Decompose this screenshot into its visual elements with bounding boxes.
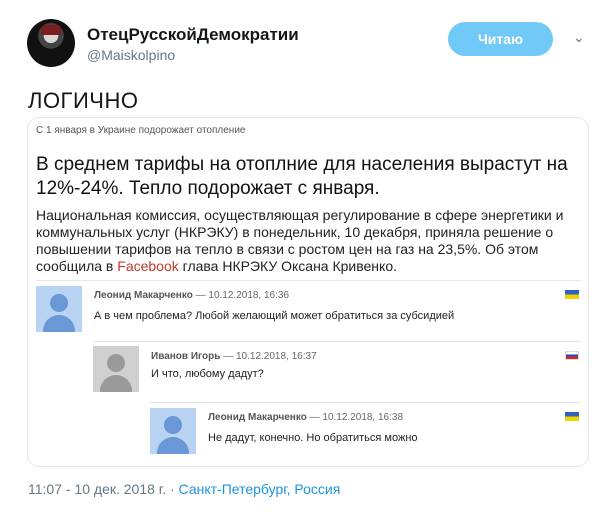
tweet-location[interactable]: Санкт-Петербург, Россия xyxy=(179,481,341,497)
comment-item: Леонид Макарченко — 10.12.2018, 16:36 А … xyxy=(36,286,581,336)
comment-divider xyxy=(93,341,581,342)
tweet-text: ЛОГИЧНО xyxy=(28,88,139,113)
card-body: Национальная комиссия, осуществляющая ре… xyxy=(36,207,581,275)
comment-author: Леонид Макарченко xyxy=(208,412,307,423)
user-avatar-icon xyxy=(36,286,82,332)
follow-button[interactable]: Читаю xyxy=(448,22,553,56)
card-kicker: С 1 января в Украине подорожает отоплени… xyxy=(36,125,246,136)
comment-meta: Леонид Макарченко — 10.12.2018, 16:36 xyxy=(94,290,289,301)
comment-date: — 10.12.2018, 16:37 xyxy=(223,351,317,362)
comment-text: Не дадут, конечно. Но обратиться можно xyxy=(208,432,418,444)
author-handle[interactable]: @Maiskolpino xyxy=(87,47,175,63)
comment-divider xyxy=(36,280,581,281)
chevron-down-icon[interactable]: ⌄ xyxy=(573,29,585,46)
user-avatar-icon xyxy=(150,408,196,454)
screenshot-card[interactable]: С 1 января в Украине подорожает отоплени… xyxy=(27,117,589,467)
comment-meta: Иванов Игорь — 10.12.2018, 16:37 xyxy=(151,351,317,362)
author-avatar[interactable] xyxy=(27,19,75,67)
ukraine-flag-icon xyxy=(565,412,579,421)
tweet-timestamp: 11:07 - 10 дек. 2018 г. · Санкт-Петербур… xyxy=(28,481,340,497)
user-avatar-icon xyxy=(93,346,139,392)
facebook-link: Facebook xyxy=(117,258,179,274)
author-name[interactable]: ОтецРусскойДемократии xyxy=(87,25,299,45)
tweet-time[interactable]: 11:07 - 10 дек. 2018 г. xyxy=(28,481,166,497)
comment-date: — 10.12.2018, 16:36 xyxy=(195,290,290,301)
ukraine-flag-icon xyxy=(565,290,579,299)
comment-author: Иванов Игорь xyxy=(151,351,221,362)
separator: · xyxy=(169,481,175,497)
comment-text: И что, любому дадут? xyxy=(151,368,264,380)
tweet-header: ОтецРусскойДемократии @Maiskolpino Читаю… xyxy=(27,17,597,69)
comment-author: Леонид Макарченко xyxy=(94,290,193,301)
comment-item: Леонид Макарченко — 10.12.2018, 16:38 Не… xyxy=(150,408,581,458)
card-headline: В среднем тарифы на отоплние для населен… xyxy=(36,154,568,199)
comment-item: Иванов Игорь — 10.12.2018, 16:37 И что, … xyxy=(93,346,581,396)
comment-meta: Леонид Макарченко — 10.12.2018, 16:38 xyxy=(208,412,403,423)
comment-date: — 10.12.2018, 16:38 xyxy=(309,412,404,423)
comment-divider xyxy=(150,402,581,403)
card-body-text-end: глава НКРЭКУ Оксана Кривенко. xyxy=(178,258,397,274)
comment-text: А в чем проблема? Любой желающий может о… xyxy=(94,310,455,322)
russia-flag-icon xyxy=(565,351,579,360)
